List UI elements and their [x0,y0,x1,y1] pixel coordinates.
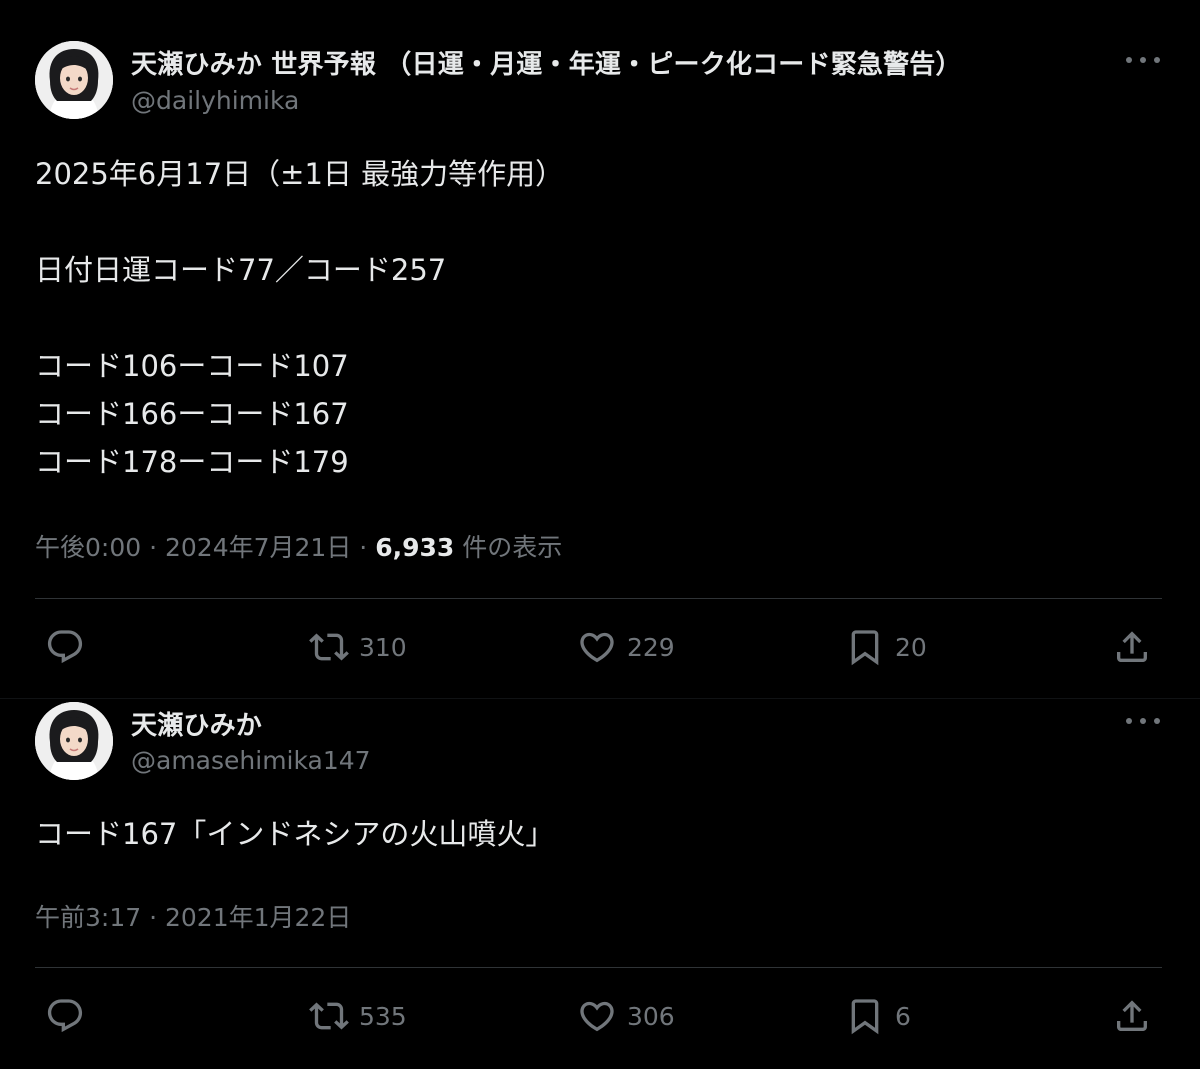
meta-separator: · [149,903,165,932]
bookmark-count: 6 [895,1001,911,1031]
tweet-time[interactable]: 午後0:00 [35,533,141,562]
reply-button[interactable] [45,991,85,1041]
share-button[interactable] [1112,622,1152,672]
reply-icon [47,999,83,1033]
reply-icon [47,630,83,664]
tweet-text-line [35,198,564,246]
meta-separator: · [359,533,376,562]
tweet[interactable]: 天瀬ひみか @amasehimika147 コード167「インドネシアの火山噴火… [0,698,1200,1069]
bookmark-icon [851,630,879,666]
views-count[interactable]: 6,933 [375,533,454,562]
tweet-text-line: 日付日運コード77／コード257 [35,253,447,287]
divider [35,598,1162,599]
tweet[interactable]: 天瀬ひみか 世界予報 （日運・月運・年運・ピーク化コード緊急警告） @daily… [0,0,1200,698]
retweet-button[interactable]: 310 [309,622,407,672]
user-handle[interactable]: @dailyhimika [131,86,299,115]
action-bar: 535 306 6 [35,991,1162,1041]
avatar[interactable] [35,41,113,119]
like-count: 306 [627,1001,675,1031]
display-name[interactable]: 天瀬ひみか [131,705,262,742]
retweet-count: 535 [359,1001,407,1031]
divider [35,967,1162,968]
display-name[interactable]: 天瀬ひみか 世界予報 （日運・月運・年運・ピーク化コード緊急警告） [131,44,962,81]
retweet-count: 310 [359,632,407,662]
meta-separator: · [149,533,165,562]
retweet-button[interactable]: 535 [309,991,407,1041]
like-icon [580,632,614,663]
tweet-text-line [35,294,564,342]
share-icon [1117,631,1147,662]
tweet-meta: 午後0:00 · 2024年7月21日 · 6,933 件の表示 [35,528,562,564]
tweet-text: コード167「インドネシアの火山噴火」 [35,810,554,858]
views-label: 件の表示 [462,533,563,562]
bookmark-button[interactable]: 20 [845,622,927,672]
like-button[interactable]: 229 [577,622,675,672]
action-bar: 310 229 20 [35,622,1162,672]
bookmark-count: 20 [895,632,927,662]
tweet-time[interactable]: 午前3:17 [35,903,141,932]
tweet-meta: 午前3:17 · 2021年1月22日 [35,898,351,934]
retweet-icon [309,633,349,661]
tweet-text-line: コード166ーコード167 [35,397,349,431]
retweet-icon [309,1002,349,1030]
bookmark-icon [851,999,879,1035]
like-icon [580,1001,614,1032]
user-handle[interactable]: @amasehimika147 [131,746,371,775]
avatar[interactable] [35,702,113,780]
bookmark-button[interactable]: 6 [845,991,911,1041]
like-count: 229 [627,632,675,662]
avatar-image [35,41,113,119]
tweet-text-line: コード178ーコード179 [35,445,349,479]
tweet-date[interactable]: 2021年1月22日 [165,903,351,932]
share-button[interactable] [1112,991,1152,1041]
tweet-text-line: コード167「インドネシアの火山噴火」 [35,817,555,851]
reply-button[interactable] [45,622,85,672]
like-button[interactable]: 306 [577,991,675,1041]
avatar-image [35,702,113,780]
more-icon[interactable] [1126,55,1160,65]
tweet-text: 2025年6月17日（±1日 最強力等作用） 日付日運コード77／コード257 … [35,150,564,486]
tweet-date[interactable]: 2024年7月21日 [165,533,351,562]
more-icon[interactable] [1126,716,1160,726]
tweet-text-line: コード106ーコード107 [35,349,349,383]
share-icon [1117,1000,1147,1031]
tweet-text-line: 2025年6月17日（±1日 最強力等作用） [35,157,565,191]
